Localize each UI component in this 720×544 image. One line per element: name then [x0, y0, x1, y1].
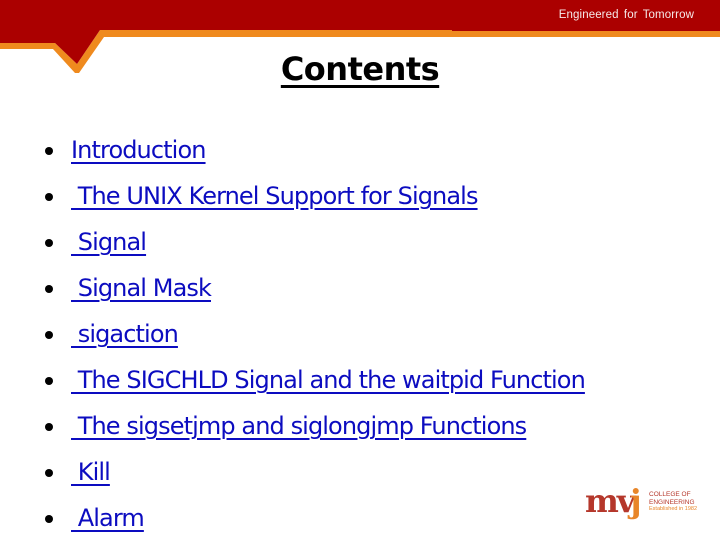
toc-link-sigchld-waitpid[interactable]: The SIGCHLD Signal and the waitpid Funct…	[71, 360, 586, 400]
bullet-icon	[45, 147, 53, 155]
bullet-icon	[45, 377, 53, 385]
bullet-icon	[45, 193, 53, 201]
bullet-icon	[45, 423, 53, 431]
toc-link-kill[interactable]: Kill	[71, 452, 111, 492]
toc-link-signal-mask[interactable]: Signal Mask	[71, 268, 212, 308]
logo-mark-mv: mv	[585, 482, 635, 520]
header-tagline: Engineered for Tomorrow	[558, 9, 694, 21]
toc-link-signal[interactable]: Signal	[71, 222, 147, 262]
toc-link-sigsetjmp-siglongjmp[interactable]: The sigsetjmp and siglongjmp Functions	[71, 406, 527, 446]
toc-link-sigaction[interactable]: sigaction	[71, 314, 179, 354]
bullet-icon	[45, 469, 53, 477]
toc-link-alarm[interactable]: Alarm	[71, 498, 145, 538]
logo-mark-j: j	[630, 482, 642, 520]
logo-line-2: ENGINEERING	[649, 498, 695, 506]
slide-title-text: Contents	[280, 50, 440, 88]
logo-line-3: Established in 1982	[649, 506, 698, 512]
logo-line-1: COLLEGE OF	[649, 491, 691, 498]
toc-link-introduction[interactable]: Introduction	[71, 130, 206, 170]
bullet-icon	[45, 515, 53, 523]
bullet-icon	[45, 239, 53, 247]
bullet-icon	[45, 285, 53, 293]
slide-title: Contents	[0, 50, 720, 88]
college-logo: mv j COLLEGE OF ENGINEERING Established …	[585, 482, 705, 528]
toc-link-unix-kernel-support[interactable]: The UNIX Kernel Support for Signals	[71, 176, 479, 216]
logo-text: COLLEGE OF ENGINEERING Established in 19…	[649, 491, 697, 514]
bullet-icon	[45, 331, 53, 339]
